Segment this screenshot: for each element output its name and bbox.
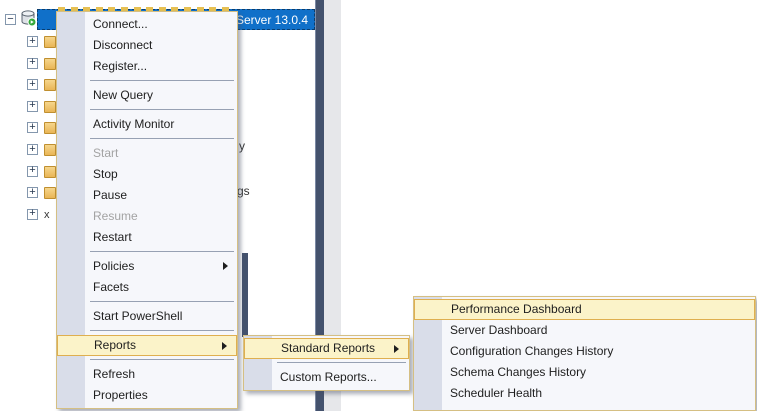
menu-item-restart[interactable]: Restart bbox=[57, 227, 237, 248]
folder-icon-fragment bbox=[44, 57, 56, 70]
menu-item-label: Server Dashboard bbox=[450, 323, 548, 337]
menu-item-label: Activity Monitor bbox=[93, 117, 175, 131]
tree-label-fragment: gs bbox=[237, 184, 250, 198]
expand-icon[interactable] bbox=[27, 144, 38, 155]
menu-item-reports[interactable]: Reports bbox=[57, 335, 237, 356]
expand-icon[interactable] bbox=[27, 122, 38, 134]
menu-item-server-dashboard[interactable]: Server Dashboard bbox=[414, 320, 755, 341]
menu-item-label: Disconnect bbox=[93, 38, 153, 52]
submenu-arrow-icon bbox=[223, 262, 228, 270]
menu-item-properties[interactable]: Properties bbox=[57, 385, 237, 406]
menu-item-standard-reports[interactable]: Standard Reports bbox=[244, 338, 409, 359]
menu-item-label: Refresh bbox=[93, 367, 136, 381]
menu-separator bbox=[90, 330, 234, 331]
menu-separator bbox=[90, 359, 234, 360]
tree-label-fragment: x bbox=[44, 208, 50, 221]
menu-item-custom-reports[interactable]: Custom Reports... bbox=[244, 367, 409, 388]
expand-icon[interactable] bbox=[27, 187, 38, 199]
menu-item-label: Configuration Changes History bbox=[450, 344, 614, 358]
server-database-icon bbox=[19, 9, 37, 27]
menu-item-label: Connect... bbox=[93, 17, 148, 31]
menu-item-schema-changes-history[interactable]: Schema Changes History bbox=[414, 362, 755, 383]
menu-item-connect[interactable]: Connect... bbox=[57, 14, 237, 35]
menu-item-label: Properties bbox=[93, 388, 148, 402]
menu-item-label: Schema Changes History bbox=[450, 365, 587, 379]
menu-item-new-query[interactable]: New Query bbox=[57, 85, 237, 106]
menu-item-label: Start bbox=[93, 146, 119, 160]
menu-item-register[interactable]: Register... bbox=[57, 56, 237, 77]
menu-item-label: Pause bbox=[93, 188, 128, 202]
menu-item-policies[interactable]: Policies bbox=[57, 256, 237, 277]
reports-submenu: Standard Reports Custom Reports... bbox=[243, 335, 410, 391]
menu-item-label: Facets bbox=[93, 280, 130, 294]
expand-icon[interactable] bbox=[27, 57, 38, 69]
server-context-menu: Connect... Disconnect Register... New Query… bbox=[56, 11, 238, 409]
menu-item-start-powershell[interactable]: Start PowerShell bbox=[57, 306, 237, 327]
submenu-arrow-icon bbox=[222, 342, 227, 350]
menu-item-label: New Query bbox=[93, 88, 154, 102]
expand-icon[interactable] bbox=[27, 100, 38, 112]
expand-icon[interactable] bbox=[27, 36, 38, 47]
menu-separator bbox=[90, 138, 234, 139]
panel-shadow-fragment bbox=[242, 253, 248, 337]
menu-separator bbox=[90, 301, 234, 302]
menu-item-label: Performance Dashboard bbox=[451, 302, 582, 316]
menu-item-refresh[interactable]: Refresh bbox=[57, 364, 237, 385]
expand-icon[interactable] bbox=[27, 208, 38, 220]
menu-item-start[interactable]: Start bbox=[57, 143, 237, 164]
menu-item-disconnect[interactable]: Disconnect bbox=[57, 35, 237, 56]
menu-item-label: Standard Reports bbox=[281, 341, 376, 355]
menu-item-configuration-changes-history[interactable]: Configuration Changes History bbox=[414, 341, 755, 362]
menu-item-label: Restart bbox=[93, 230, 132, 244]
folder-icon-fragment bbox=[44, 36, 56, 48]
menu-item-label: Reports bbox=[94, 338, 137, 352]
menu-item-label: Scheduler Health bbox=[450, 386, 543, 400]
menu-item-stop[interactable]: Stop bbox=[57, 164, 237, 185]
folder-icon-fragment bbox=[44, 100, 56, 113]
menu-item-label: Stop bbox=[93, 167, 118, 181]
standard-reports-submenu: Performance Dashboard Server Dashboard Con… bbox=[413, 296, 756, 411]
menu-item-performance-dashboard[interactable]: Performance Dashboard bbox=[414, 299, 755, 320]
tree-label-fragment: y bbox=[239, 139, 245, 153]
submenu-arrow-icon bbox=[394, 345, 399, 353]
menu-item-scheduler-health[interactable]: Scheduler Health bbox=[414, 383, 755, 404]
ssms-window: Server 13.0.4 x y gs Connect... Disconnec… bbox=[0, 0, 757, 411]
expand-icon[interactable] bbox=[27, 79, 38, 91]
expand-icon[interactable] bbox=[27, 165, 38, 177]
collapse-icon[interactable] bbox=[5, 14, 16, 25]
menu-item-activity-monitor[interactable]: Activity Monitor bbox=[57, 114, 237, 135]
menu-item-resume[interactable]: Resume bbox=[57, 206, 237, 227]
menu-separator bbox=[277, 362, 406, 363]
folder-icon-fragment bbox=[44, 144, 56, 156]
menu-item-label: Resume bbox=[93, 209, 138, 223]
folder-icon-fragment bbox=[44, 165, 56, 178]
server-node-label: Server 13.0.4 bbox=[236, 13, 309, 27]
menu-item-label: Policies bbox=[93, 259, 135, 273]
menu-item-label: Start PowerShell bbox=[93, 309, 183, 323]
menu-item-label: Register... bbox=[93, 59, 148, 73]
menu-separator bbox=[90, 109, 234, 110]
menu-separator bbox=[90, 80, 234, 81]
menu-separator bbox=[90, 251, 234, 252]
folder-icon-fragment bbox=[44, 79, 56, 92]
folder-icon-fragment bbox=[44, 187, 56, 200]
menu-item-facets[interactable]: Facets bbox=[57, 277, 237, 298]
folder-icon-fragment bbox=[44, 122, 56, 135]
menu-item-pause[interactable]: Pause bbox=[57, 185, 237, 206]
menu-item-label: Custom Reports... bbox=[280, 370, 377, 384]
